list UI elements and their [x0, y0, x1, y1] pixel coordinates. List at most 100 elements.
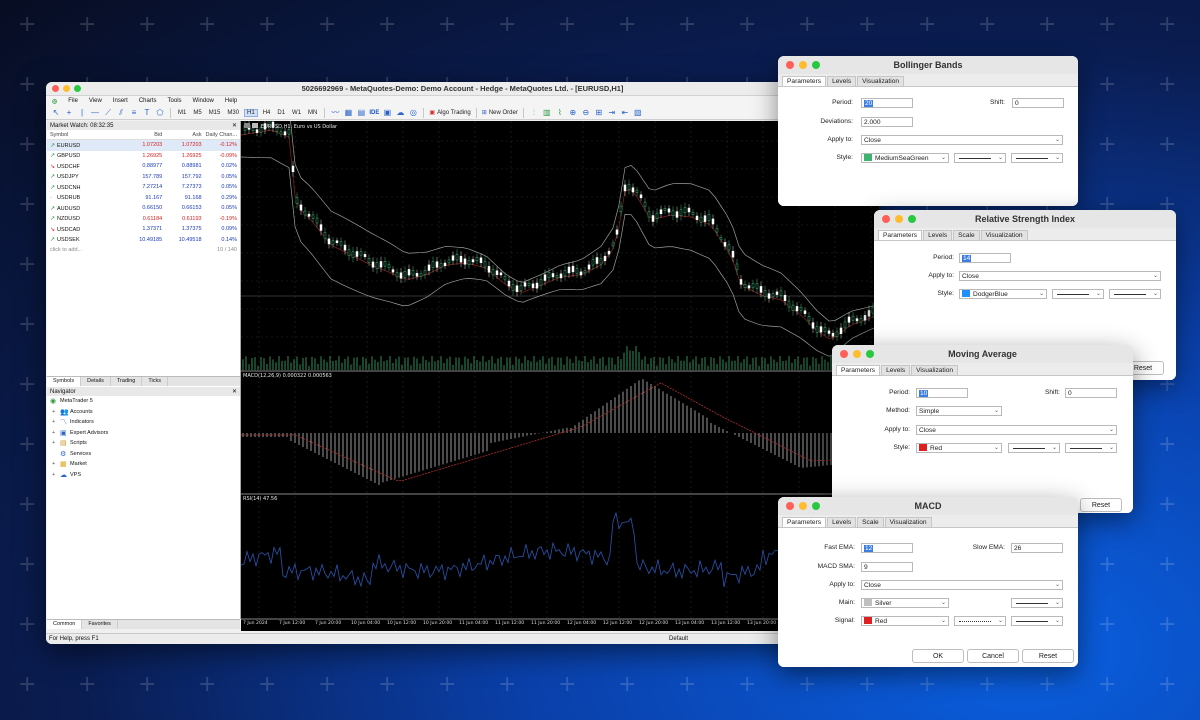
- menu-insert[interactable]: Insert: [113, 98, 128, 104]
- ide-button[interactable]: IDE: [369, 110, 379, 116]
- chart-type-icon[interactable]: ▦: [343, 108, 353, 117]
- fibonacci-icon[interactable]: ≡: [129, 108, 139, 117]
- tf-m5[interactable]: M5: [191, 110, 203, 116]
- nav-root[interactable]: ◉ MetaTrader 5: [47, 396, 240, 407]
- macd-signal-color-select[interactable]: Red ⌄: [861, 616, 949, 626]
- market-watch-row[interactable]: ↘ USDCHF 0.88977 0.88981 0.02%: [47, 161, 240, 172]
- zoom-in-icon[interactable]: ⊕: [568, 108, 578, 117]
- macd-signal-style-select[interactable]: ⌄: [954, 616, 1006, 626]
- market-watch-row[interactable]: ↗ AUDUSD 0.66150 0.66153 0.05%: [47, 203, 240, 214]
- ma-line-width-select[interactable]: ⌄: [1065, 443, 1117, 453]
- click-to-add[interactable]: click to add...: [50, 247, 82, 253]
- macd-tab-scale[interactable]: Scale: [857, 517, 884, 527]
- col-change[interactable]: Daily Chan...: [202, 132, 240, 138]
- nav-accounts[interactable]: + 👥 Accounts: [47, 407, 240, 418]
- bb-tab-parameters[interactable]: Parameters: [782, 76, 827, 86]
- menu-tools[interactable]: Tools: [168, 98, 182, 104]
- macd-signal-width-select[interactable]: ⌄: [1011, 616, 1063, 626]
- terminal-icon[interactable]: ▣: [382, 108, 392, 117]
- nav-scripts[interactable]: + ▤ Scripts: [47, 438, 240, 449]
- vertical-line-icon[interactable]: |: [77, 108, 87, 117]
- macd-slow-input[interactable]: 26: [1011, 543, 1063, 553]
- shapes-icon[interactable]: ⬠: [155, 108, 165, 117]
- rsi-line-width-select[interactable]: ⌄: [1109, 289, 1161, 299]
- rsi-color-select[interactable]: DodgerBlue ⌄: [959, 289, 1047, 299]
- zoom-out-icon[interactable]: ⊖: [581, 108, 591, 117]
- rsi-tab-levels[interactable]: Levels: [923, 230, 953, 240]
- macd-main-color-select[interactable]: Silver ⌄: [861, 598, 949, 608]
- tf-mn[interactable]: MN: [306, 110, 319, 116]
- nav-market[interactable]: + ▦ Market: [47, 459, 240, 470]
- bb-apply-select[interactable]: Close ⌄: [861, 135, 1063, 145]
- macd-ok-button[interactable]: OK: [912, 649, 964, 663]
- chart-shift-icon[interactable]: ⇤: [620, 108, 630, 117]
- macd-apply-select[interactable]: Close ⌄: [861, 580, 1063, 590]
- line-chart-icon[interactable]: ⌇: [555, 108, 565, 117]
- rsi-tab-visualization[interactable]: Visualization: [980, 230, 1028, 240]
- bar-chart-icon[interactable]: ⫶: [529, 108, 539, 118]
- bb-period-input[interactable]: 20: [861, 98, 913, 108]
- community-icon[interactable]: ◎: [408, 108, 418, 117]
- market-watch-row[interactable]: ↗ EURUSD 1.07203 1.07203 -0.12%: [47, 140, 240, 151]
- ma-tab-parameters[interactable]: Parameters: [836, 365, 881, 375]
- ma-tab-levels[interactable]: Levels: [881, 365, 911, 375]
- macd-tab-visualization[interactable]: Visualization: [884, 517, 932, 527]
- market-watch-row[interactable]: ↗ GBPUSD 1.26925 1.26925 -0.09%: [47, 151, 240, 162]
- rsi-line-style-select[interactable]: ⌄: [1052, 289, 1104, 299]
- market-watch-row[interactable]: ↗ USDJPY 157.789 157.792 0.05%: [47, 172, 240, 183]
- trendline-icon[interactable]: ⟋: [103, 108, 113, 118]
- screenshot-icon[interactable]: ▧: [633, 108, 643, 117]
- nav-services[interactable]: ⚙ Services: [47, 449, 240, 460]
- ma-period-input[interactable]: 10: [916, 388, 968, 398]
- indicators-icon[interactable]: 〰: [330, 107, 340, 118]
- ma-color-select[interactable]: Red ⌄: [916, 443, 1002, 453]
- algo-trading-button[interactable]: ▣ Algo Trading: [429, 109, 470, 117]
- tab-details[interactable]: Details: [81, 377, 111, 386]
- tab-symbols[interactable]: Symbols: [47, 377, 82, 386]
- market-watch-row[interactable]: ↘ USDCAD 1.37371 1.37375 0.09%: [47, 224, 240, 235]
- ma-apply-select[interactable]: Close ⌄: [916, 425, 1117, 435]
- col-bid[interactable]: Bid: [123, 132, 162, 138]
- rsi-tab-parameters[interactable]: Parameters: [878, 230, 923, 240]
- ma-line-style-select[interactable]: ⌄: [1008, 443, 1060, 453]
- macd-tab-parameters[interactable]: Parameters: [782, 517, 827, 527]
- col-ask[interactable]: Ask: [162, 132, 201, 138]
- bb-line-width-select[interactable]: ⌄: [1011, 153, 1063, 163]
- close-panel-icon[interactable]: ✕: [232, 122, 237, 129]
- bb-shift-input[interactable]: 0: [1012, 98, 1064, 108]
- tf-m15[interactable]: M15: [207, 110, 223, 116]
- nav-experts[interactable]: + ▣ Expert Advisors: [47, 428, 240, 439]
- grid-icon[interactable]: ⊞: [594, 108, 604, 117]
- market-watch-row[interactable]: ↗ USDSEK 10.49185 10.49518 0.14%: [47, 235, 240, 246]
- nav-vps[interactable]: + ☁ VPS: [47, 470, 240, 481]
- macd-tab-levels[interactable]: Levels: [827, 517, 857, 527]
- cursor-icon[interactable]: ↖: [51, 108, 61, 117]
- tf-h1[interactable]: H1: [244, 108, 258, 117]
- tab-ticks[interactable]: Ticks: [142, 377, 168, 386]
- candles-icon[interactable]: ▥: [542, 108, 552, 117]
- autoscroll-icon[interactable]: ⇥: [607, 108, 617, 117]
- ma-reset-button[interactable]: Reset: [1080, 498, 1122, 512]
- tab-common[interactable]: Common: [47, 620, 83, 629]
- bb-tab-visualization[interactable]: Visualization: [857, 76, 905, 86]
- bb-line-style-select[interactable]: ⌄: [954, 153, 1006, 163]
- new-order-button[interactable]: ⊞ New Order: [482, 109, 518, 117]
- macd-cancel-button[interactable]: Cancel: [967, 649, 1019, 663]
- tf-m1[interactable]: M1: [176, 110, 188, 116]
- text-tool-icon[interactable]: T: [142, 108, 152, 117]
- close-navigator-icon[interactable]: ✕: [232, 388, 237, 395]
- cloud-icon[interactable]: ☁: [395, 108, 405, 117]
- macd-reset-button[interactable]: Reset: [1022, 649, 1074, 663]
- col-symbol[interactable]: Symbol: [47, 132, 123, 138]
- macd-sma-input[interactable]: 9: [861, 562, 913, 572]
- market-watch-row[interactable]: · USDRUB 91.167 91.168 0.29%: [47, 193, 240, 204]
- bb-color-select[interactable]: MediumSeaGreen ⌄: [861, 153, 949, 163]
- tf-m30[interactable]: M30: [225, 110, 241, 116]
- menu-charts[interactable]: Charts: [139, 98, 157, 104]
- tab-trading[interactable]: Trading: [111, 377, 143, 386]
- menu-file[interactable]: File: [68, 98, 78, 104]
- menu-help[interactable]: Help: [225, 98, 237, 104]
- templates-icon[interactable]: ▤: [356, 108, 366, 117]
- rsi-period-input[interactable]: 14: [959, 253, 1011, 263]
- ma-tab-visualization[interactable]: Visualization: [911, 365, 959, 375]
